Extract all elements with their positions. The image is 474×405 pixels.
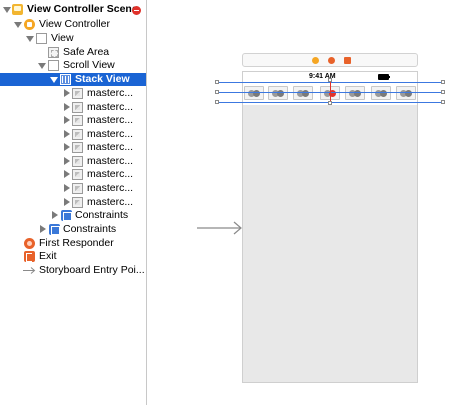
resize-handle[interactable] [215, 80, 219, 84]
outline-item-label: Constraints [75, 209, 129, 221]
outline-item-label: View [51, 32, 74, 44]
disclosure-collapsed-icon[interactable] [62, 155, 71, 168]
resize-handle[interactable] [441, 100, 445, 104]
outline-row-constraints[interactable]: Constraints [0, 209, 146, 222]
outline-item-label: masterc... [87, 87, 134, 99]
outline-item-label: masterc... [87, 114, 134, 126]
disclosure-expanded-icon[interactable] [26, 32, 35, 45]
outline-row-image[interactable]: masterc... [0, 168, 146, 181]
outline-item-label: masterc... [87, 168, 134, 180]
outline-item-label: Storyboard Entry Poi... [39, 264, 145, 276]
outline-item-label: Scroll View [63, 59, 115, 71]
outline-row-first-responder[interactable]: First Responder [0, 237, 146, 250]
outline-row-image[interactable]: masterc... [0, 101, 146, 114]
disclosure-collapsed-icon[interactable] [50, 209, 59, 222]
resize-handle[interactable] [328, 101, 332, 105]
outline-row-image[interactable]: masterc... [0, 182, 146, 195]
outline-item-label: masterc... [87, 141, 134, 153]
image-view-icon [72, 142, 83, 153]
safe-area-icon [48, 47, 59, 58]
outline-item-label: Exit [39, 250, 57, 262]
storyboard-scene-icon [12, 4, 23, 15]
scene-label: View Controller Scene [27, 3, 138, 15]
image-view-icon [72, 156, 83, 167]
disclosure-expanded-icon[interactable] [14, 18, 23, 31]
stack-view-icon [60, 74, 71, 85]
outline-item-label: masterc... [87, 155, 134, 167]
outline-row-entry-point[interactable]: Storyboard Entry Poi... [0, 264, 146, 277]
outline-item-label: masterc... [87, 196, 134, 208]
outline-row-image[interactable]: masterc... [0, 155, 146, 168]
outline-item-label: First Responder [39, 237, 114, 249]
disclosure-collapsed-icon[interactable] [62, 182, 71, 195]
outline-item-label: masterc... [87, 128, 134, 140]
disclosure-expanded-icon[interactable] [38, 59, 47, 72]
constraints-icon [49, 224, 60, 235]
resize-handle[interactable] [441, 90, 445, 94]
image-view-icon [72, 102, 83, 113]
exit-icon[interactable] [344, 57, 351, 64]
resize-handle[interactable] [328, 78, 332, 82]
outline-item-label: View Controller [39, 18, 111, 30]
resize-handle[interactable] [441, 80, 445, 84]
stack-item-image[interactable] [293, 86, 313, 100]
outline-row-safe-area[interactable]: Safe Area [0, 46, 146, 59]
device-frame[interactable]: 9:41 AM [242, 71, 418, 383]
disclosure-collapsed-icon[interactable] [62, 128, 71, 141]
stack-item-image[interactable] [371, 86, 391, 100]
view-icon [36, 33, 47, 44]
first-responder-icon[interactable] [328, 57, 335, 64]
outline-row-scroll-view[interactable]: Scroll View [0, 59, 146, 72]
disclosure-collapsed-icon[interactable] [62, 168, 71, 181]
image-view-icon [72, 197, 83, 208]
scroll-view-icon [48, 60, 59, 71]
entry-arrow-icon [23, 267, 36, 274]
outline-item-label: Constraints [63, 223, 117, 235]
view-controller-icon [24, 19, 35, 30]
image-view-icon [72, 129, 83, 140]
outline-item-label: Safe Area [63, 46, 110, 58]
outline-row-image[interactable]: masterc... [0, 128, 146, 141]
outline-row-image[interactable]: masterc... [0, 141, 146, 154]
image-view-icon [72, 88, 83, 99]
outline-row-exit[interactable]: Exit [0, 250, 146, 263]
outline-row-image[interactable]: masterc... [0, 196, 146, 209]
disclosure-collapsed-icon[interactable] [62, 196, 71, 209]
outline-row-stack-view[interactable]: Stack View [0, 73, 146, 86]
outline-item-label: masterc... [87, 101, 134, 113]
resize-handle[interactable] [215, 100, 219, 104]
disclosure-collapsed-icon[interactable] [38, 223, 47, 236]
stack-item-image[interactable] [396, 86, 416, 100]
exit-icon [24, 251, 35, 262]
disclosure-expanded-icon[interactable] [3, 3, 12, 16]
storyboard-entry-arrow-icon[interactable] [197, 221, 243, 235]
outline-row-view[interactable]: View [0, 32, 146, 45]
outline-row-view-controller[interactable]: View Controller [0, 18, 146, 31]
outline-row-image[interactable]: masterc... [0, 87, 146, 100]
stack-item-image[interactable] [244, 86, 264, 100]
image-view-icon [72, 169, 83, 180]
first-responder-icon [24, 238, 35, 249]
resize-handle[interactable] [215, 90, 219, 94]
outline-item-label: Stack View [75, 73, 130, 85]
view-controller-icon[interactable] [312, 57, 319, 64]
disclosure-collapsed-icon[interactable] [62, 114, 71, 127]
close-scene-icon[interactable] [132, 6, 141, 15]
stack-item-image[interactable] [268, 86, 288, 100]
outline-row-scene[interactable]: View Controller Scene [0, 3, 146, 16]
image-view-icon [72, 115, 83, 126]
disclosure-collapsed-icon[interactable] [62, 141, 71, 154]
battery-icon [378, 74, 390, 80]
outline-item-label: masterc... [87, 182, 134, 194]
disclosure-expanded-icon[interactable] [50, 73, 59, 86]
disclosure-collapsed-icon[interactable] [62, 87, 71, 100]
disclosure-collapsed-icon[interactable] [62, 101, 71, 114]
outline-row-image[interactable]: masterc... [0, 114, 146, 127]
stack-item-image[interactable] [345, 86, 365, 100]
image-view-icon [72, 183, 83, 194]
document-outline: View Controller Scene View Controller Vi… [0, 0, 147, 405]
constraints-icon [61, 210, 72, 221]
scene-dock [242, 53, 418, 67]
outline-row-constraints[interactable]: Constraints [0, 223, 146, 236]
